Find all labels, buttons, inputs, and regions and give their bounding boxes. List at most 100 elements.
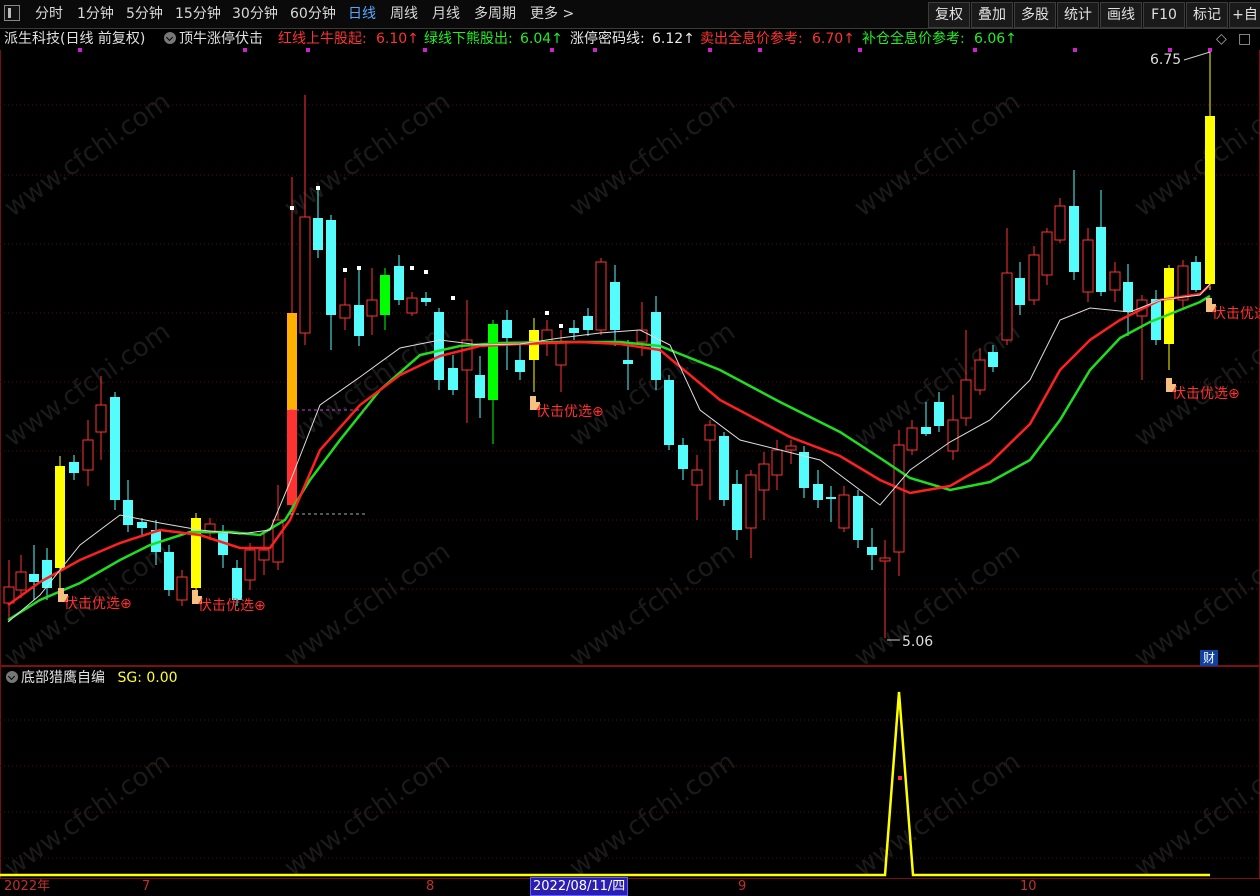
candle (515, 360, 525, 372)
candle (678, 445, 688, 469)
marker-dot (758, 48, 762, 52)
marker-dot (306, 48, 310, 52)
candle (1164, 268, 1174, 344)
sg-line (0, 691, 1210, 877)
candle (826, 497, 836, 499)
candle (799, 452, 809, 488)
candle (244, 549, 256, 581)
candle (691, 469, 703, 486)
sg-value: SG: 0.00 (117, 670, 178, 686)
candle (326, 220, 336, 315)
candle (95, 404, 107, 433)
red-line (7, 284, 1211, 607)
marker-dot (1073, 48, 1077, 52)
candle (758, 463, 770, 491)
candle (15, 571, 27, 591)
candle (232, 568, 242, 600)
candle (664, 380, 674, 445)
peak-dot (343, 268, 347, 272)
candle (704, 424, 716, 441)
candle (555, 341, 567, 366)
date-year: 2022年 (4, 879, 51, 894)
candle (719, 436, 729, 500)
candle (906, 427, 918, 451)
marker-dot (243, 48, 247, 52)
candle (502, 320, 512, 338)
candle (623, 360, 633, 364)
candle (287, 313, 297, 410)
candle (176, 576, 188, 601)
signal-label: 伏击优选⊕ (1172, 386, 1240, 402)
candle (258, 549, 270, 561)
candle (838, 494, 850, 529)
candle (1109, 271, 1121, 291)
kline-chart[interactable]: 6.75 5.06 伏击优选⊕ 伏击优选⊕ 伏击优选⊕ 伏击优选⊕ 伏击优选⊕ (0, 0, 1260, 896)
high-label: 6.75 (1150, 52, 1181, 68)
marker-dot (1208, 48, 1212, 52)
peak-dot (559, 324, 563, 328)
candle (434, 312, 444, 380)
sub-indicator-title[interactable]: 底部猎鹰自编 SG: 0.00 (6, 668, 178, 688)
candle (785, 445, 797, 451)
candle (813, 484, 823, 500)
candle (569, 328, 579, 333)
date-axis: 2022年 7 8 2022/08/11/四 9 10 (0, 877, 1260, 896)
candle (1205, 116, 1215, 284)
candle (69, 462, 79, 473)
candle (934, 402, 944, 426)
candle (1028, 254, 1040, 301)
candle (406, 297, 418, 314)
candle (610, 282, 620, 330)
peak-dot (290, 206, 294, 210)
candle (879, 557, 891, 562)
date-month-10: 10 (1020, 879, 1037, 894)
candle (1041, 231, 1053, 276)
candle (1001, 272, 1013, 341)
white-line (7, 283, 1211, 623)
peak-dot (424, 270, 428, 274)
candle (1096, 227, 1106, 292)
candle (1082, 239, 1094, 293)
date-month-8: 8 (426, 879, 435, 894)
candle (745, 474, 757, 529)
marker-dot (78, 48, 82, 52)
candle (771, 449, 783, 476)
candle (55, 466, 65, 568)
candle (867, 547, 877, 555)
sub-indicator-name: 底部猎鹰自编 (21, 670, 105, 686)
candle (110, 397, 120, 500)
candle (1191, 262, 1201, 290)
candle (893, 444, 905, 553)
signal-label: 伏击优选⊕ (64, 596, 132, 612)
candle (313, 218, 323, 250)
candle (475, 375, 485, 398)
candle (287, 410, 297, 505)
marker-dot (858, 48, 862, 52)
marker-dot (708, 48, 712, 52)
candle (1069, 206, 1079, 272)
candle (29, 574, 39, 582)
low-label: 5.06 (902, 634, 933, 650)
peak-dot (545, 311, 549, 315)
candle (529, 330, 539, 360)
candle (988, 352, 998, 367)
candle (488, 324, 498, 400)
candle (123, 500, 133, 525)
date-month-9: 9 (738, 879, 747, 894)
finance-badge[interactable]: 财 (1200, 650, 1218, 666)
marker-dot (593, 48, 597, 52)
candle (394, 266, 404, 300)
candle (853, 496, 863, 540)
peak-dot (410, 266, 414, 270)
candle (921, 427, 931, 434)
signal-label: 伏击优选⊕ (1212, 306, 1260, 322)
peak-dot (316, 186, 320, 190)
candle (421, 298, 431, 302)
candle (960, 379, 972, 419)
candle (947, 419, 959, 452)
chevron-down-icon[interactable] (6, 671, 18, 683)
candle (164, 552, 174, 590)
date-selected: 2022/08/11/四 (530, 877, 629, 896)
candle (595, 261, 607, 331)
date-month-7: 7 (142, 879, 151, 894)
